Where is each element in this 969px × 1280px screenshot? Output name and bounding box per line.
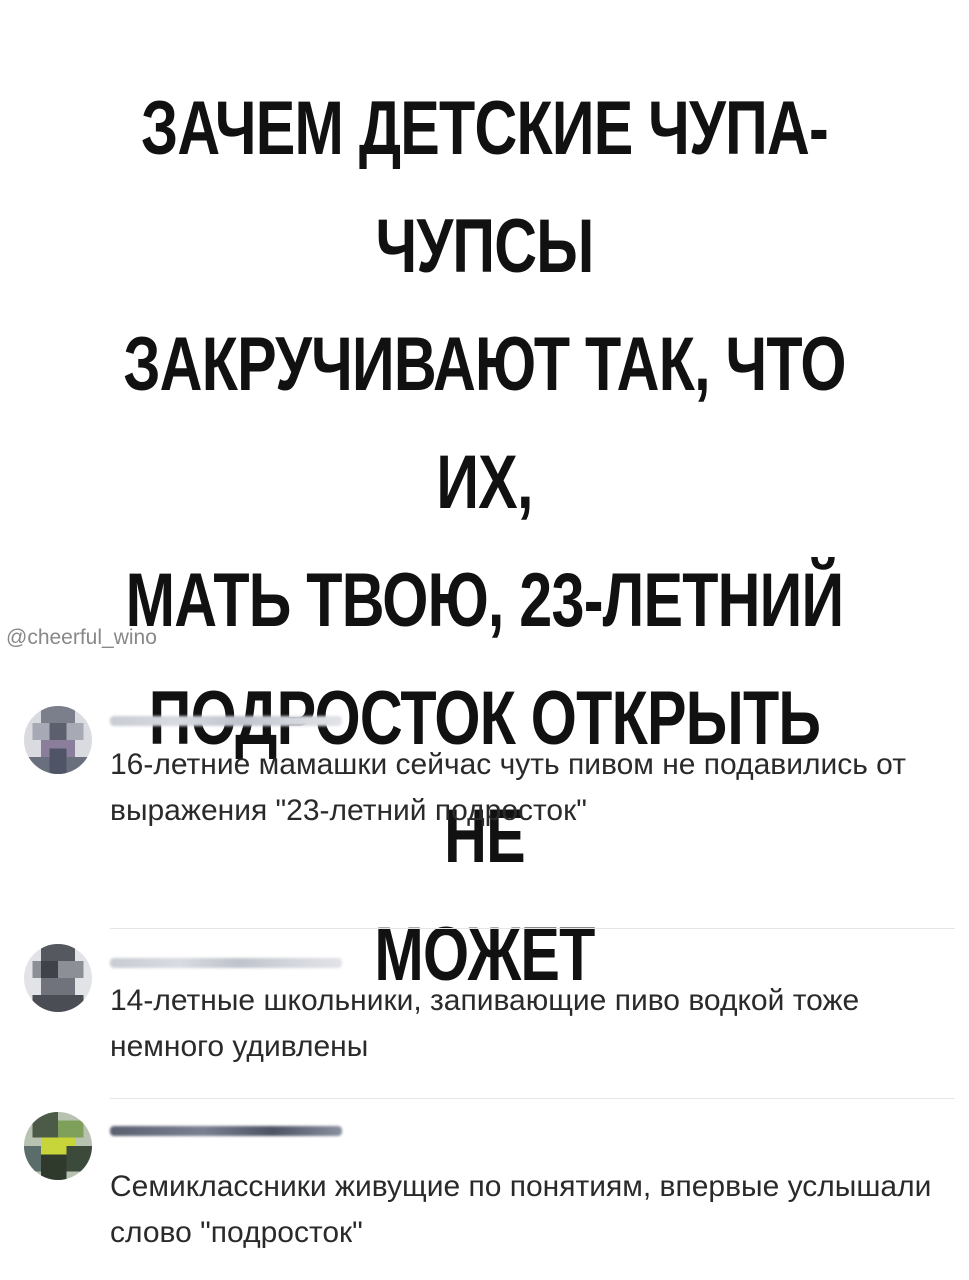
avatar[interactable] <box>24 944 92 1012</box>
pixelated-avatar-icon <box>24 1112 92 1180</box>
comment-text: 16-летние мамашки сейчас чуть пивом не п… <box>110 748 906 827</box>
author-name[interactable] <box>110 1126 342 1136</box>
headline-line-3: МАТЬ ТВОЮ, 23-ЛЕТНИЙ <box>125 558 844 643</box>
comment-divider <box>110 928 955 929</box>
meme-headline: ЗАЧЕМ ДЕТСКИЕ ЧУПА-ЧУПСЫ ЗАКРУЧИВАЮТ ТАК… <box>107 70 863 1014</box>
pixelated-avatar-icon <box>24 706 92 774</box>
comment-text: 14-летные школьники, запивающие пиво вод… <box>110 984 860 1063</box>
headline-line-2: ЗАКРУЧИВАЮТ ТАК, ЧТО ИХ, <box>123 322 846 525</box>
pixelated-avatar-icon <box>24 944 92 1012</box>
comment-divider <box>110 1098 955 1099</box>
author-name[interactable] <box>110 958 342 968</box>
watermark: @cheerful_wino <box>6 626 157 649</box>
avatar[interactable] <box>24 1112 92 1180</box>
avatar[interactable] <box>24 706 92 774</box>
headline-line-1: ЗАЧЕМ ДЕТСКИЕ ЧУПА-ЧУПСЫ <box>141 86 829 289</box>
author-name[interactable] <box>110 716 342 726</box>
comment-text: Семиклассники живущие по понятиям, вперв… <box>110 1170 932 1249</box>
